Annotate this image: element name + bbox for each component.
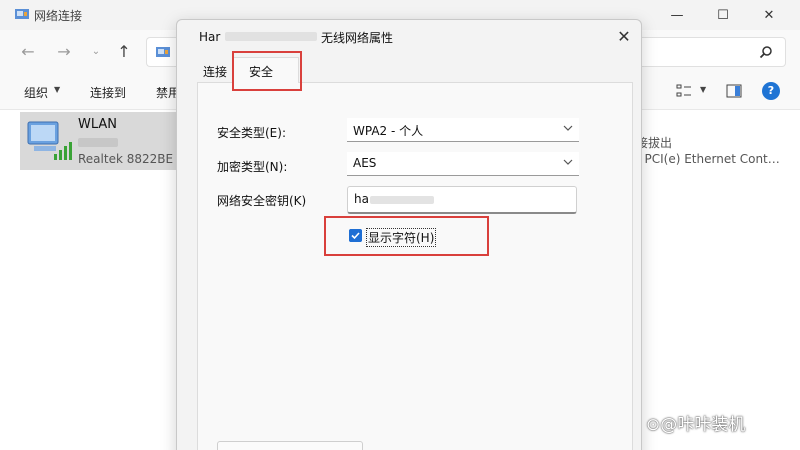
wlan-name: WLAN xyxy=(78,117,118,132)
ethernet-adapter-name: ) PCI(e) Ethernet Cont… xyxy=(636,152,780,166)
organize-button[interactable]: 组织 xyxy=(24,84,48,101)
advanced-settings-button[interactable] xyxy=(217,441,363,450)
search-input[interactable] xyxy=(640,37,786,67)
chevron-down-icon xyxy=(563,125,573,131)
network-folder-icon xyxy=(15,9,29,19)
encryption-type-select[interactable]: AES xyxy=(347,152,579,176)
wlan-adapter-name: Realtek 8822BE W xyxy=(78,152,189,166)
explorer-title: 网络连接 xyxy=(34,9,83,23)
security-type-value: WPA2 - 个人 xyxy=(353,124,424,138)
redacted-ssid xyxy=(78,138,118,147)
dialog-title-bar: Har 无线网络属性 ✕ xyxy=(177,20,641,52)
encryption-type-label: 加密类型(N): xyxy=(217,160,288,174)
recent-locations-button[interactable]: ⌄ xyxy=(84,42,108,62)
security-type-select[interactable]: WPA2 - 个人 xyxy=(347,118,579,142)
chevron-down-icon xyxy=(563,159,573,165)
connect-to-button[interactable]: 连接到 xyxy=(90,84,126,101)
encryption-type-value: AES xyxy=(353,156,377,170)
redacted-key xyxy=(370,196,434,204)
dialog-title-network-prefix: Har xyxy=(199,30,221,44)
up-button[interactable]: ↑ xyxy=(112,42,136,62)
close-window-button[interactable]: ✕ xyxy=(746,0,792,30)
chevron-down-icon: ▼ xyxy=(700,85,707,94)
network-folder-icon xyxy=(156,47,170,57)
wireless-adapter-icon xyxy=(27,121,72,160)
forward-button[interactable]: → xyxy=(52,42,76,62)
close-dialog-button[interactable]: ✕ xyxy=(613,26,635,48)
list-item-wlan[interactable]: WLAN Realtek 8822BE W xyxy=(20,112,196,170)
minimize-button[interactable]: — xyxy=(654,0,700,30)
network-key-label: 网络安全密钥(K) xyxy=(217,194,307,208)
preview-pane-icon[interactable] xyxy=(726,84,742,98)
help-icon[interactable]: ? xyxy=(762,82,780,100)
highlight-show-characters xyxy=(324,216,489,256)
watermark: ⊙@咔咔装机 xyxy=(646,415,746,435)
dialog-title: 无线网络属性 xyxy=(321,31,394,45)
redacted-network-name xyxy=(225,32,317,41)
search-icon xyxy=(759,46,772,59)
security-type-label: 安全类型(E): xyxy=(217,126,286,140)
network-key-value: ha xyxy=(354,192,369,206)
view-options-icon[interactable] xyxy=(676,84,692,98)
highlight-security-tab xyxy=(232,51,302,91)
network-key-input[interactable]: ha xyxy=(347,186,577,214)
chevron-down-icon: ▼ xyxy=(54,85,61,94)
maximize-button[interactable]: ☐ xyxy=(700,0,746,30)
back-button[interactable]: ← xyxy=(16,42,40,62)
